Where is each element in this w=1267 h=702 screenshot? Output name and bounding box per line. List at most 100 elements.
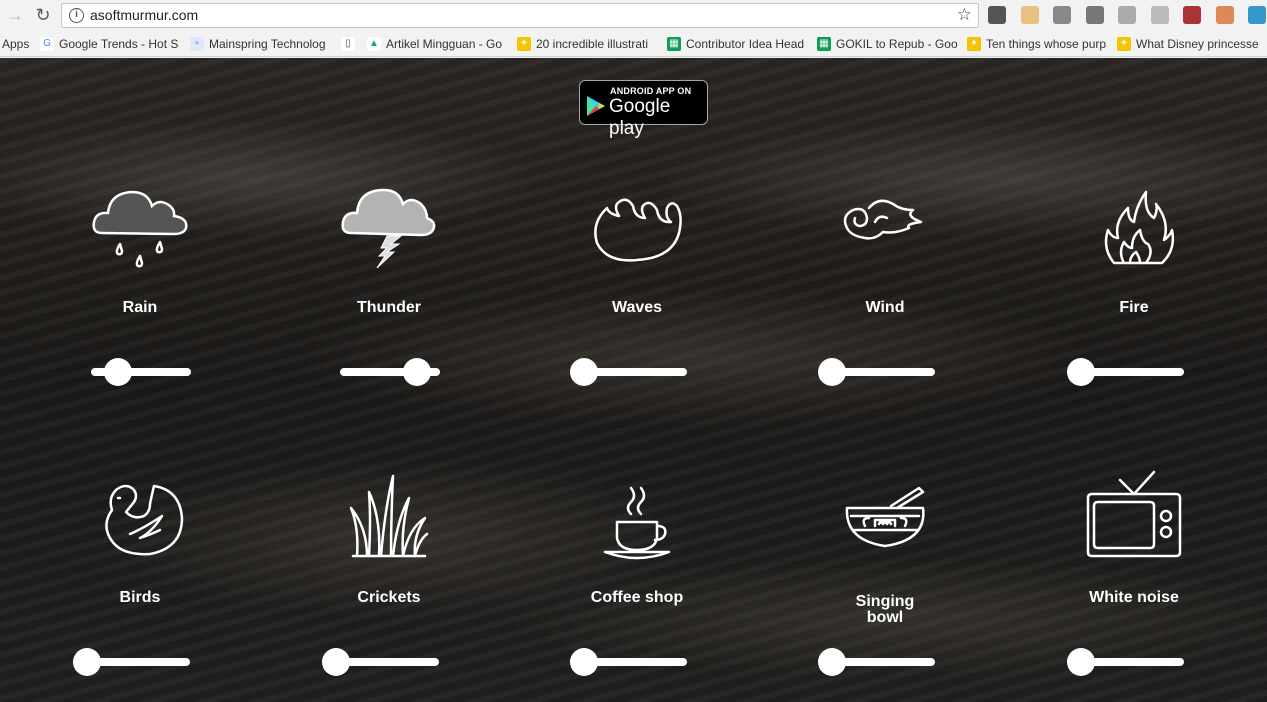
- google-icon: G: [40, 37, 54, 51]
- rain-cloud-icon[interactable]: [90, 178, 190, 278]
- volume-slider-thumb[interactable]: [104, 358, 132, 386]
- bookmark-item[interactable]: ✦ 20 incredible illustrati: [517, 35, 648, 53]
- bookmark-item[interactable]: ▫ Mainspring Technolog: [190, 35, 326, 53]
- bookmark-item[interactable]: ▲ Artikel Mingguan - Go: [367, 35, 502, 53]
- bookmark-label: GOKIL to Repub - Goo: [836, 37, 958, 51]
- sound-tile-singing-bowl[interactable]: Singing bowl: [785, 468, 985, 688]
- singing-bowl-icon[interactable]: [835, 468, 935, 568]
- grass-icon[interactable]: [339, 468, 439, 568]
- tv-icon[interactable]: [1084, 468, 1184, 568]
- volume-slider[interactable]: [91, 358, 191, 386]
- puzzle-face-icon[interactable]: [1020, 6, 1039, 24]
- volume-slider-thumb[interactable]: [818, 648, 846, 676]
- clock-icon[interactable]: [1085, 6, 1104, 24]
- lightbulb-icon: ✦: [967, 37, 981, 51]
- bird-icon[interactable]: [90, 468, 190, 568]
- badge-line1: ANDROID APP ON: [610, 86, 692, 96]
- sound-label: Birds: [119, 589, 161, 606]
- sound-tile-birds[interactable]: Birds: [40, 468, 240, 688]
- volume-slider-thumb[interactable]: [818, 358, 846, 386]
- volume-slider[interactable]: [570, 648, 687, 676]
- bookmark-label: Contributor Idea Head: [686, 37, 805, 51]
- bookmark-label: Apps: [2, 37, 30, 51]
- volume-slider-thumb[interactable]: [570, 358, 598, 386]
- volume-slider-thumb[interactable]: [570, 648, 598, 676]
- address-bar[interactable]: i asoftmurmur.com ☆: [61, 3, 979, 28]
- chat-icon[interactable]: [1248, 6, 1266, 24]
- sound-label: White noise: [1089, 589, 1179, 606]
- bookmark-item[interactable]: Apps: [2, 35, 29, 53]
- dart-icon[interactable]: [1053, 6, 1071, 24]
- drive-icon[interactable]: [1150, 6, 1169, 24]
- bookmark-star-icon[interactable]: ☆: [957, 5, 972, 25]
- sound-tile-rain[interactable]: Rain: [40, 178, 240, 398]
- bookmark-label: Ten things whose purp: [986, 37, 1107, 51]
- bookmark-label: What Disney princesse: [1136, 37, 1259, 51]
- main-content: ANDROID APP ON Google play Rain Thunder Wa…: [0, 58, 1267, 702]
- sound-label: Coffee shop: [590, 589, 684, 606]
- sound-label: Rain: [122, 299, 158, 316]
- volume-slider[interactable]: [73, 648, 190, 676]
- bookmark-item[interactable]: ▦ GOKIL to Repub - Goo: [817, 35, 958, 53]
- bookmark-label: Artikel Mingguan - Go: [386, 37, 503, 51]
- volume-slider-thumb[interactable]: [1067, 358, 1095, 386]
- volume-slider-thumb[interactable]: [322, 648, 350, 676]
- reload-button[interactable]: ↻: [32, 4, 54, 26]
- sound-label: Waves: [611, 299, 663, 316]
- bookmark-item[interactable]: G Google Trends - Hot S: [40, 35, 178, 53]
- sound-tile-wind[interactable]: Wind: [785, 178, 985, 398]
- google-play-badge[interactable]: ANDROID APP ON Google play: [579, 80, 708, 139]
- drive-icon: ▲: [367, 37, 381, 51]
- chevrons-icon[interactable]: [1183, 6, 1201, 24]
- lightbulb-icon: ✦: [1117, 37, 1131, 51]
- sheets-icon: ▦: [817, 37, 831, 51]
- bookmarks-bar: Apps G Google Trends - Hot S ▫ Mainspring Te…: [0, 31, 1267, 57]
- info-icon[interactable]: i: [69, 8, 84, 23]
- volume-slider-thumb[interactable]: [1067, 648, 1095, 676]
- squares-icon: ▫: [190, 37, 204, 51]
- page-icon: ▯: [341, 37, 355, 51]
- volume-slider[interactable]: [1067, 358, 1184, 386]
- sound-tile-coffee-shop[interactable]: Coffee shop: [537, 468, 737, 688]
- fire-face-icon[interactable]: [1215, 6, 1234, 24]
- sound-tile-thunder[interactable]: Thunder: [289, 178, 489, 398]
- sound-tile-waves[interactable]: Waves: [537, 178, 737, 398]
- waves-icon[interactable]: [587, 178, 687, 278]
- bookmark-item[interactable]: ✦ Ten things whose purp: [967, 35, 1106, 53]
- thunder-cloud-icon[interactable]: [339, 178, 439, 278]
- sound-tile-white-noise[interactable]: White noise: [1034, 468, 1234, 688]
- volume-slider[interactable]: [818, 648, 935, 676]
- volume-slider-thumb[interactable]: [403, 358, 431, 386]
- volume-slider[interactable]: [570, 358, 687, 386]
- lightbulb-icon: ✦: [517, 37, 531, 51]
- volume-slider-thumb[interactable]: [73, 648, 101, 676]
- bookmark-item[interactable]: ▦ Contributor Idea Head: [667, 35, 804, 53]
- bookmark-label: Google Trends - Hot S: [59, 37, 179, 51]
- coffee-cup-icon[interactable]: [587, 468, 687, 568]
- bookmark-item[interactable]: ✦ What Disney princesse: [1117, 35, 1259, 53]
- sound-label: Crickets: [357, 589, 421, 606]
- sound-label: Fire: [1119, 299, 1149, 316]
- bookmark-label: Mainspring Technolog: [209, 37, 326, 51]
- forward-button[interactable]: →: [4, 4, 26, 26]
- sound-tile-fire[interactable]: Fire: [1034, 178, 1234, 398]
- sound-tile-crickets[interactable]: Crickets: [289, 468, 489, 688]
- url-text[interactable]: asoftmurmur.com: [90, 7, 198, 23]
- volume-slider[interactable]: [322, 648, 439, 676]
- bookmark-item[interactable]: ▯: [341, 35, 360, 53]
- sound-label: Singing bowl: [855, 593, 915, 626]
- wind-icon[interactable]: [835, 178, 935, 278]
- sound-label: Wind: [865, 299, 905, 316]
- fire-icon[interactable]: [1084, 178, 1184, 278]
- bookmark-label: 20 incredible illustrati: [536, 37, 649, 51]
- play-store-icon: [587, 96, 605, 116]
- volume-slider[interactable]: [818, 358, 935, 386]
- badge-line2: Google play: [609, 96, 671, 139]
- volume-slider[interactable]: [340, 358, 440, 386]
- volume-slider[interactable]: [1067, 648, 1184, 676]
- browser-toolbar: → ↻ i asoftmurmur.com ☆: [0, 0, 1267, 31]
- sheets-icon: ▦: [667, 37, 681, 51]
- youtube-icon[interactable]: [988, 6, 1006, 24]
- sound-label: Thunder: [357, 299, 421, 316]
- cloud-icon[interactable]: [1118, 6, 1136, 24]
